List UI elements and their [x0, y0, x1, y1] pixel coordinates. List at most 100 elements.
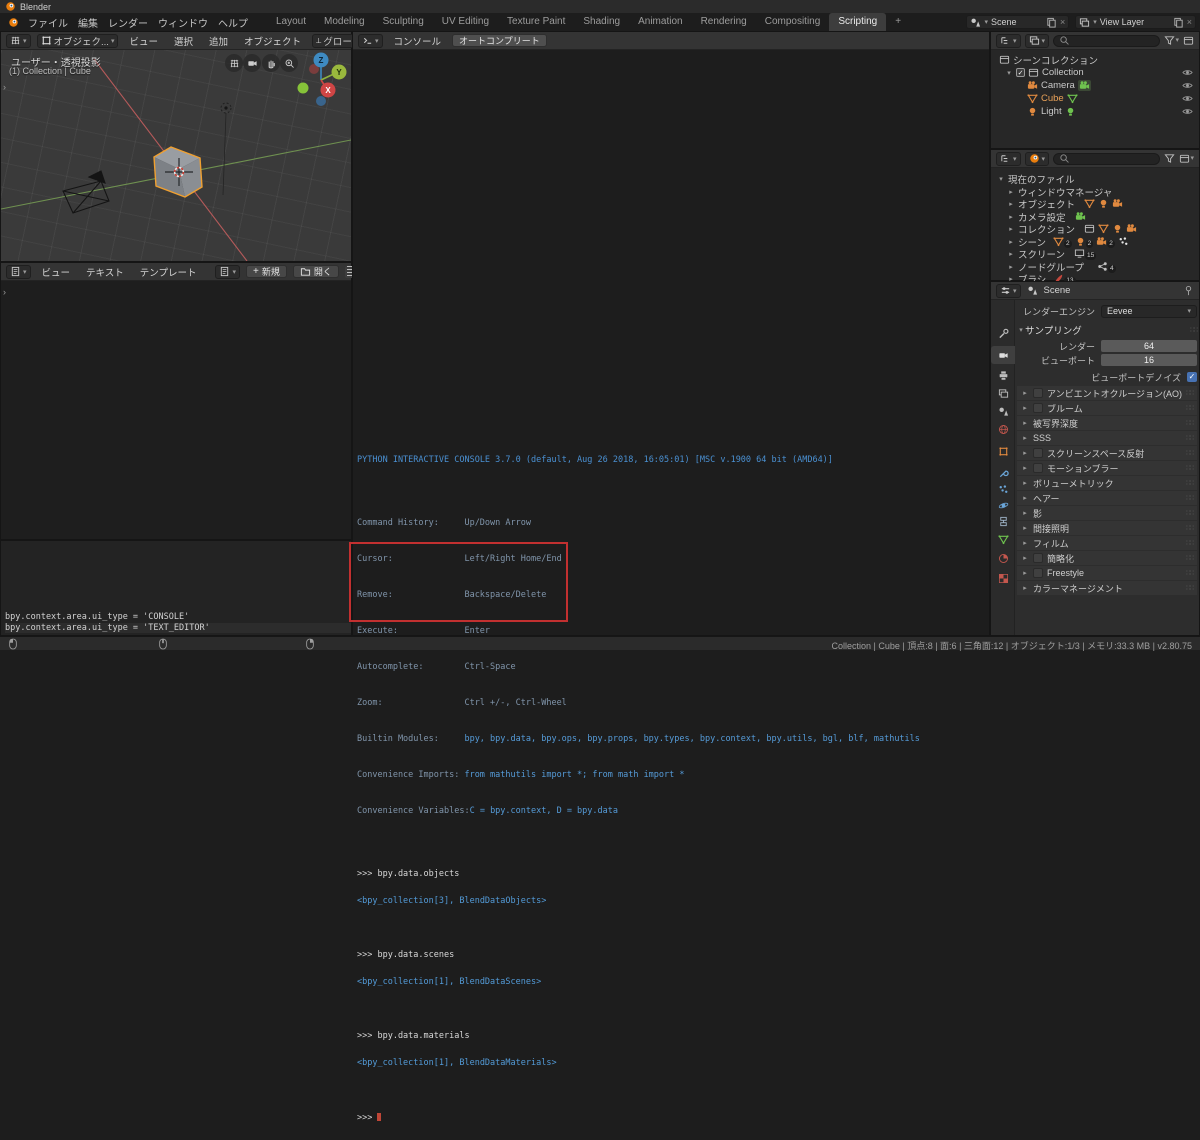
- outliner-row-scene-collection[interactable]: シーンコレクション: [991, 53, 1199, 67]
- properties-panel-header[interactable]: ▸ 被写界深度 ∷∷: [1017, 416, 1197, 430]
- tab-tool[interactable]: [991, 324, 1015, 342]
- text-sidebar-expand-chevron[interactable]: ›: [3, 287, 6, 297]
- tab-render[interactable]: [991, 346, 1015, 364]
- info-log-line[interactable]: bpy.context.area.ui_type = 'TEXT_EDITOR': [5, 623, 351, 633]
- panel-checkbox[interactable]: [1033, 553, 1043, 563]
- outliner-row-cube[interactable]: Cube: [991, 92, 1199, 105]
- menubar-item[interactable]: ヘルプ: [213, 15, 253, 30]
- viewport-menu-item[interactable]: オブジェクト: [239, 34, 306, 48]
- outliner-row-collection[interactable]: ▾ ✓ Collection: [991, 66, 1199, 79]
- render-engine-dropdown[interactable]: Eevee ▾: [1101, 304, 1197, 318]
- menubar-item[interactable]: レンダー: [103, 15, 153, 30]
- workspace-tab[interactable]: Sculpting: [374, 13, 433, 31]
- light-data-icon[interactable]: [1065, 106, 1076, 117]
- tab-view-layer[interactable]: [991, 384, 1015, 402]
- workspace-tab[interactable]: UV Editing: [433, 13, 498, 31]
- remove-view-layer-icon[interactable]: ×: [1187, 17, 1192, 27]
- panel-checkbox[interactable]: [1033, 448, 1043, 458]
- sampling-viewport-field[interactable]: 16: [1101, 354, 1197, 366]
- eye-icon[interactable]: [1182, 93, 1193, 104]
- workspace-tab[interactable]: Shading: [574, 13, 629, 31]
- properties-panel-header[interactable]: ▸ 簡略化 ∷∷: [1017, 551, 1197, 565]
- new-view-layer-icon[interactable]: [1173, 17, 1184, 28]
- file-outliner-row[interactable]: ▸ スクリーン 15: [991, 247, 1199, 261]
- properties-panel-header[interactable]: ▸ ヘアー ∷∷: [1017, 491, 1197, 505]
- mesh-data-icon[interactable]: [1067, 93, 1078, 104]
- pan-view-button[interactable]: [262, 54, 280, 72]
- unlink-scene-icon[interactable]: ×: [1060, 17, 1065, 27]
- tab-material[interactable]: [991, 549, 1015, 567]
- eye-icon[interactable]: [1182, 106, 1193, 117]
- tab-world[interactable]: [991, 420, 1015, 438]
- new-collection-icon[interactable]: [1183, 35, 1194, 46]
- sampling-render-field[interactable]: 64: [1101, 340, 1197, 352]
- new-text-button[interactable]: + 新規: [245, 265, 287, 278]
- console-prompt[interactable]: >>>: [357, 1113, 920, 1123]
- text-editor-type-button[interactable]: ▾: [6, 264, 31, 279]
- tab-scene[interactable]: [991, 402, 1015, 420]
- view-layer-selector[interactable]: ▾ View Layer ×: [1075, 15, 1196, 29]
- properties-panel-header[interactable]: ▸ カラーマネージメント ∷∷: [1017, 581, 1197, 595]
- properties-panel-header[interactable]: ▸ ブルーム ∷∷: [1017, 401, 1197, 415]
- properties-panel-header[interactable]: ▸ 影 ∷∷: [1017, 506, 1197, 520]
- outliner-display-mode-button[interactable]: ▾: [1024, 33, 1050, 48]
- properties-panel-header[interactable]: ▸ アンビエントオクルージョン(AO) ∷∷: [1017, 386, 1197, 400]
- panel-checkbox[interactable]: [1033, 403, 1043, 413]
- file-outliner-row[interactable]: ▸ オブジェクト: [991, 197, 1199, 211]
- tab-output[interactable]: [991, 366, 1015, 384]
- text-editor-menu-item[interactable]: テキスト: [81, 265, 129, 279]
- sampling-panel-header[interactable]: ▾ サンプリング ∷∷: [1017, 323, 1198, 337]
- collection-icon[interactable]: ▾: [1179, 153, 1194, 164]
- properties-editor-type-button[interactable]: ▾: [996, 283, 1021, 298]
- outliner-editor-type-button[interactable]: ▾: [996, 151, 1021, 166]
- filter-icon[interactable]: ▾: [1164, 35, 1179, 46]
- tab-constraints[interactable]: [991, 512, 1015, 530]
- panel-checkbox[interactable]: [1033, 463, 1043, 473]
- panel-checkbox[interactable]: [1033, 568, 1043, 578]
- filter-icon[interactable]: [1164, 153, 1175, 164]
- properties-panel-header[interactable]: ▸ フィルム ∷∷: [1017, 536, 1197, 550]
- outliner-search-input[interactable]: [1053, 34, 1161, 47]
- new-scene-icon[interactable]: [1046, 17, 1057, 28]
- blender-menu-icon[interactable]: [8, 17, 19, 28]
- tab-object[interactable]: [991, 442, 1015, 460]
- console-output[interactable]: PYTHON INTERACTIVE CONSOLE 3.7.0 (defaul…: [357, 438, 920, 1140]
- menubar-item[interactable]: ウィンドウ: [153, 15, 213, 30]
- info-log-line[interactable]: bpy.context.area.ui_type = 'CONSOLE': [5, 612, 351, 622]
- viewport-menu-item[interactable]: 選択: [169, 34, 198, 48]
- outliner-row-camera[interactable]: Camera: [991, 79, 1199, 92]
- menubar-item[interactable]: 編集: [73, 15, 103, 30]
- open-text-button[interactable]: 開く: [292, 265, 339, 278]
- workspace-tab[interactable]: Scripting: [829, 13, 887, 31]
- grid-toggle-button[interactable]: [225, 54, 243, 72]
- file-outliner-root[interactable]: ▾ 現在のファイル: [991, 172, 1199, 186]
- eye-icon[interactable]: [1182, 67, 1193, 78]
- workspace-tab[interactable]: Rendering: [692, 13, 756, 31]
- properties-panel-header[interactable]: ▸ SSS ∷∷: [1017, 431, 1197, 445]
- file-outliner-row[interactable]: ▸ コレクション: [991, 222, 1199, 236]
- properties-panel-header[interactable]: ▸ スクリーンスペース反射 ∷∷: [1017, 446, 1197, 460]
- viewport-denoise-checkbox[interactable]: ✓: [1187, 372, 1197, 382]
- viewport-menu-item[interactable]: ビュー: [124, 34, 163, 48]
- text-datablock-button[interactable]: ▾: [215, 264, 240, 279]
- text-editor-menu-item[interactable]: ビュー: [37, 265, 76, 279]
- viewport-editor-type-button[interactable]: ▾: [6, 33, 31, 48]
- viewport-canvas[interactable]: Z Y X ユーザー・透視投影 (1) Collection | Cube ›: [1, 50, 351, 261]
- scene-selector[interactable]: ▾ Scene ×: [966, 15, 1070, 29]
- properties-panel-header[interactable]: ▸ ボリューメトリック ∷∷: [1017, 476, 1197, 490]
- autocomplete-button[interactable]: オートコンプリート: [452, 34, 547, 47]
- viewport-menu-item[interactable]: 追加: [204, 34, 233, 48]
- workspace-tab[interactable]: Animation: [629, 13, 691, 31]
- camera-data-icon[interactable]: [1077, 80, 1091, 91]
- console-editor-type-button[interactable]: ▾: [358, 33, 383, 48]
- outliner-editor-type-button[interactable]: ▾: [996, 33, 1021, 48]
- eye-icon[interactable]: [1182, 80, 1193, 91]
- workspace-tab[interactable]: Layout: [267, 13, 315, 31]
- toolbar-expand-chevron[interactable]: ›: [3, 82, 6, 92]
- pin-icon[interactable]: [1183, 285, 1194, 296]
- workspace-tab[interactable]: Modeling: [315, 13, 374, 31]
- menubar-item[interactable]: ファイル: [23, 15, 73, 30]
- properties-panel-header[interactable]: ▸ Freestyle ∷∷: [1017, 566, 1197, 580]
- console-menu[interactable]: コンソール: [389, 34, 447, 48]
- outliner-search-input[interactable]: [1053, 152, 1161, 165]
